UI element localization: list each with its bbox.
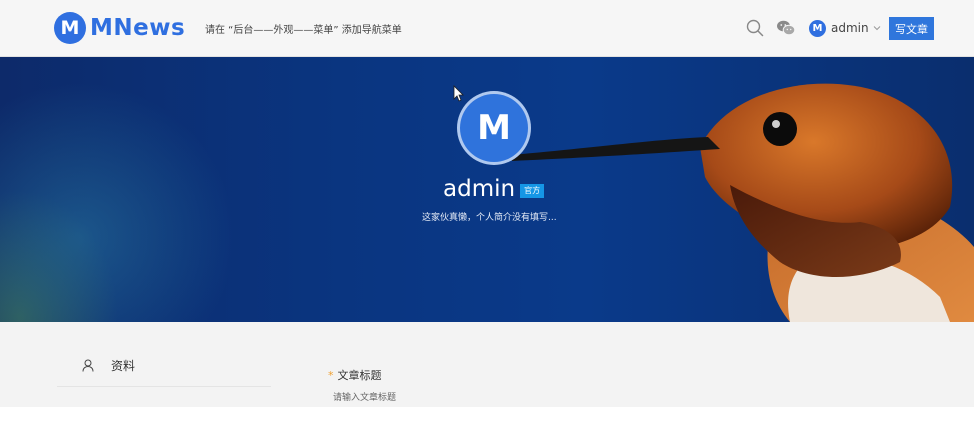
write-article-button[interactable]: 写文章 [889,17,934,40]
user-menu[interactable]: M admin [809,19,881,37]
logo-text: MNews [90,15,186,41]
user-icon [82,359,94,372]
article-title-input[interactable] [333,390,633,406]
cursor-icon [453,85,464,102]
sidebar-item-profile[interactable]: 资料 [82,357,135,373]
article-title-label: * 文章标题 [328,367,382,383]
main-content: 资料 * 文章标题 [0,322,974,407]
profile-bio: 这家伙真懒，个人简介没有填写... [422,213,557,223]
nav-menu-hint: 请在 “后台——外观——菜单” 添加导航菜单 [205,25,402,36]
wechat-icon[interactable] [776,19,796,37]
profile-name-row: admin 官方 [443,174,545,204]
profile-banner: M admin 官方 这家伙真懒，个人简介没有填写... [0,57,974,322]
profile-avatar: M [457,91,531,165]
search-icon[interactable] [746,19,764,37]
profile-name: admin [443,176,516,202]
logo-mark: M [54,12,86,44]
bottom-strip [0,407,974,421]
site-logo[interactable]: M MNews [54,12,185,44]
top-header: M MNews 请在 “后台——外观——菜单” 添加导航菜单 M admin 写… [0,0,974,57]
sidebar-divider [57,386,271,387]
sidebar-item-label: 资料 [111,358,136,373]
article-title-label-text: 文章标题 [337,369,382,382]
user-name: admin [831,21,869,35]
chevron-down-icon [873,26,880,31]
avatar: M [809,19,826,37]
official-badge: 官方 [520,183,545,198]
required-mark: * [328,368,334,382]
